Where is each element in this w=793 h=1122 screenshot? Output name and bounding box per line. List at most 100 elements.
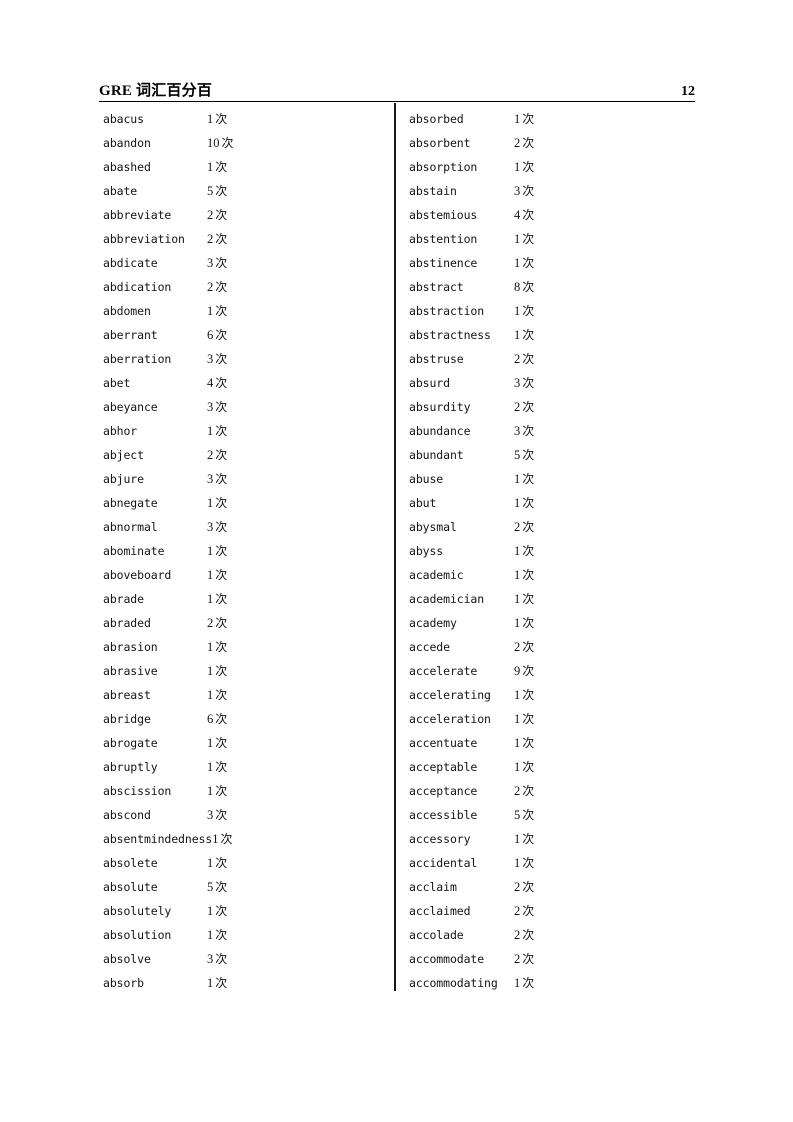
entry-word: accommodating [409, 976, 498, 990]
entry-unit: 次 [522, 496, 535, 510]
entry-word: abashed [103, 160, 151, 174]
entry-unit: 次 [215, 352, 228, 366]
vocabulary-entry: abbreviation 2 次 [103, 227, 388, 251]
vocabulary-entry: absurdity 2 次 [409, 395, 694, 419]
entry-word: accessory [409, 832, 471, 846]
entry-count: 1 [207, 304, 214, 318]
vocabulary-entry: abrade 1 次 [103, 587, 388, 611]
entry-word: absentmindedness [103, 832, 213, 846]
entry-count: 4 [514, 208, 521, 222]
vocabulary-entry: abashed 1 次 [103, 155, 388, 179]
vocabulary-entry: abdomen 1 次 [103, 299, 388, 323]
entry-word: abstract [409, 280, 464, 294]
entry-unit: 次 [522, 400, 535, 414]
entry-count: 5 [514, 808, 521, 822]
entry-unit: 次 [215, 568, 228, 582]
document-page: GRE 词汇百分百 12 abacus 1 次 abandon 10 次 abashed 1 次… [0, 0, 793, 1122]
entry-count: 1 [207, 496, 214, 510]
vocabulary-entry: acclaimed 2 次 [409, 899, 694, 923]
entry-unit: 次 [522, 160, 535, 174]
entry-unit: 次 [522, 352, 535, 366]
entry-word: absurd [409, 376, 450, 390]
entry-unit: 次 [215, 616, 228, 630]
entry-count: 10 [207, 136, 220, 150]
vocabulary-entry: absolve 3 次 [103, 947, 388, 971]
entry-unit: 次 [522, 136, 535, 150]
entry-unit: 次 [522, 736, 535, 750]
vocabulary-entry: academician 1 次 [409, 587, 694, 611]
vocabulary-entry: absolete 1 次 [103, 851, 388, 875]
entry-word: academic [409, 568, 464, 582]
entry-unit: 次 [215, 256, 228, 270]
entry-count: 1 [514, 544, 521, 558]
entry-unit: 次 [522, 568, 535, 582]
vocabulary-entry: abate 5 次 [103, 179, 388, 203]
entry-count: 1 [514, 568, 521, 582]
entry-unit: 次 [522, 424, 535, 438]
vocabulary-entry: absorbed 1 次 [409, 107, 694, 131]
vocabulary-entry: abraded 2 次 [103, 611, 388, 635]
vocabulary-entry: abstinence 1 次 [409, 251, 694, 275]
entry-unit: 次 [522, 856, 535, 870]
entry-unit: 次 [215, 424, 228, 438]
entry-unit: 次 [522, 472, 535, 486]
entry-unit: 次 [215, 376, 228, 390]
entry-word: accessible [409, 808, 478, 822]
entry-count: 1 [514, 496, 521, 510]
entry-word: absolutely [103, 904, 172, 918]
vocabulary-entry: aberration 3 次 [103, 347, 388, 371]
entry-count: 3 [207, 952, 214, 966]
vocabulary-entry: absorb 1 次 [103, 971, 388, 995]
entry-word: absorb [103, 976, 144, 990]
vocabulary-entry: abscission 1 次 [103, 779, 388, 803]
entry-unit: 次 [522, 328, 535, 342]
vocabulary-entry: abstraction 1 次 [409, 299, 694, 323]
entry-unit: 次 [522, 208, 535, 222]
vocabulary-entry: accommodating 1 次 [409, 971, 694, 995]
entry-count: 3 [207, 352, 214, 366]
entry-unit: 次 [522, 928, 535, 942]
entry-word: abscission [103, 784, 172, 798]
vocabulary-entry: abysmal 2 次 [409, 515, 694, 539]
entry-count: 3 [207, 808, 214, 822]
entry-count: 1 [207, 112, 214, 126]
entry-count: 5 [514, 448, 521, 462]
entry-count: 3 [514, 424, 521, 438]
vocabulary-entry: abjure 3 次 [103, 467, 388, 491]
entry-count: 1 [514, 736, 521, 750]
vocabulary-entry: absolutely 1 次 [103, 899, 388, 923]
entry-word: abbreviation [103, 232, 185, 246]
entry-count: 2 [514, 928, 521, 942]
entry-count: 3 [207, 472, 214, 486]
entry-count: 2 [207, 280, 214, 294]
vocabulary-entry: accolade 2 次 [409, 923, 694, 947]
entry-count: 1 [207, 736, 214, 750]
vocabulary-entry: abhor 1 次 [103, 419, 388, 443]
vocabulary-entry: abut 1 次 [409, 491, 694, 515]
entry-unit: 次 [522, 760, 535, 774]
vocabulary-entry: abject 2 次 [103, 443, 388, 467]
entry-word: abeyance [103, 400, 158, 414]
entry-unit: 次 [522, 952, 535, 966]
entry-unit: 次 [215, 112, 228, 126]
entry-count: 1 [514, 688, 521, 702]
entry-count: 3 [514, 184, 521, 198]
entry-unit: 次 [522, 256, 535, 270]
vocabulary-entry: absolution 1 次 [103, 923, 388, 947]
entry-unit: 次 [215, 472, 228, 486]
vocabulary-entry: abruptly 1 次 [103, 755, 388, 779]
entry-count: 6 [207, 712, 214, 726]
entry-count: 1 [207, 160, 214, 174]
entry-count: 1 [514, 760, 521, 774]
vocabulary-entry: abdicate 3 次 [103, 251, 388, 275]
entry-word: academician [409, 592, 485, 606]
entry-word: accelerating [409, 688, 491, 702]
entry-unit: 次 [522, 832, 535, 846]
entry-unit: 次 [215, 496, 228, 510]
entry-word: abruptly [103, 760, 158, 774]
entry-count: 9 [514, 664, 521, 678]
entry-word: abstruse [409, 352, 464, 366]
word-column-left: abacus 1 次 abandon 10 次 abashed 1 次 abate 5 次 abbrev… [103, 107, 388, 995]
entry-count: 1 [514, 232, 521, 246]
entry-unit: 次 [215, 808, 228, 822]
